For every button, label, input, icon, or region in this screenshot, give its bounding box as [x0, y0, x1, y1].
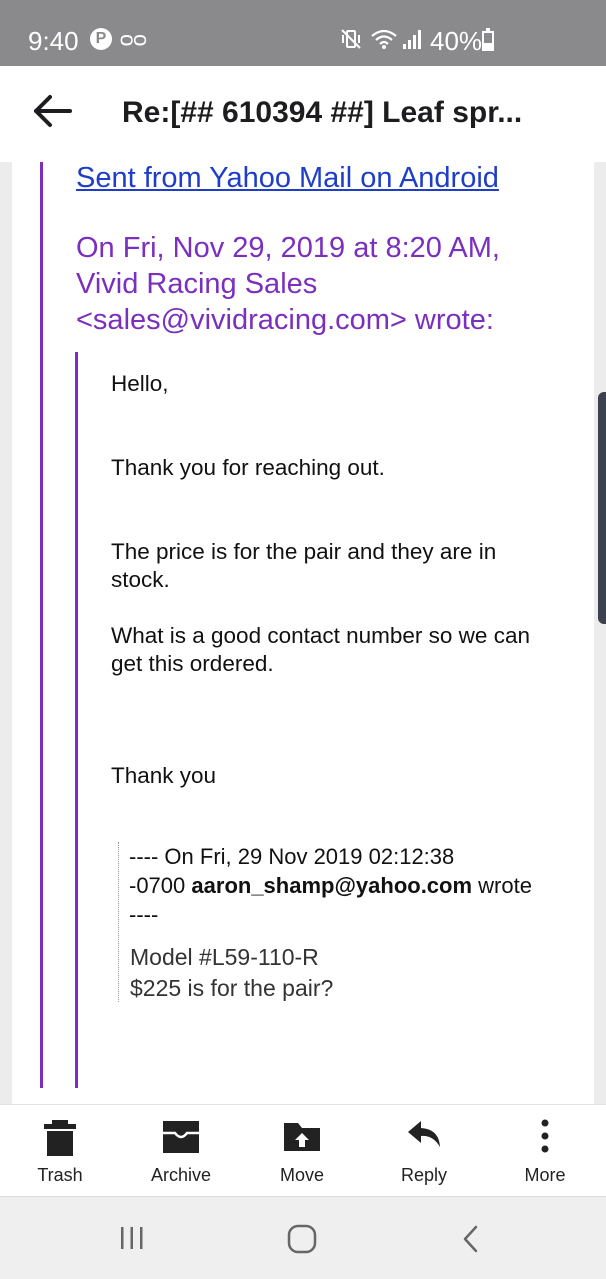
reply-icon [408, 1121, 440, 1147]
reply-contact-line-2: get this ordered. [111, 651, 274, 676]
home-icon[interactable] [286, 1223, 318, 1255]
reply-thanks: Thank you for reaching out. [111, 455, 385, 480]
more-button[interactable]: More [495, 1105, 595, 1197]
reply-price-line-2: stock. [111, 567, 170, 592]
archive-label: Archive [150, 1165, 212, 1185]
email-action-toolbar: Trash Archive Move Reply More [0, 1104, 606, 1196]
original-model-line: Model #L59-110-R [130, 944, 319, 970]
signal-icon [403, 30, 421, 49]
original-message: Model #L59-110-R $225 is for the pair? [130, 942, 333, 1004]
original-header-line-2: -0700 aaron_shamp@yahoo.com wrote [129, 871, 532, 900]
reply-label: Reply [400, 1165, 448, 1185]
app-header: Re:[## 610394 ##] Leaf spr... [0, 66, 606, 162]
quote-bar-outer [40, 162, 43, 1088]
original-header-suffix: wrote [478, 873, 532, 898]
recent-apps-icon[interactable] [118, 1223, 146, 1253]
original-header-line-1: ---- On Fri, 29 Nov 2019 02:12:38 [129, 844, 455, 869]
wifi-icon [371, 29, 397, 49]
email-body[interactable]: Sent from Yahoo Mail on Android On Fri, … [12, 162, 594, 1104]
original-header-line-3: ---- [129, 902, 159, 927]
reply-price: The price is for the pair and they are i… [111, 538, 571, 594]
quote-attribution: On Fri, Nov 29, 2019 at 8:20 AM, Vivid R… [76, 230, 576, 338]
scrollbar-handle[interactable] [598, 392, 606, 624]
quote-bar-inner [75, 352, 78, 1088]
quote-bar-original [118, 842, 119, 1002]
archive-icon [163, 1121, 199, 1153]
attribution-line-3: <sales@vividracing.com> wrote: [76, 304, 494, 336]
reply-greeting: Hello, [111, 371, 169, 396]
move-label: Move [279, 1165, 324, 1185]
attribution-line-1: On Fri, Nov 29, 2019 at 8:20 AM, [76, 232, 500, 264]
status-time: 9:40 [28, 26, 79, 56]
status-bar: 9:40 P ᴑᴑ 40% [0, 0, 606, 66]
system-navigation-bar [0, 1196, 606, 1279]
battery-percent: 40% [430, 26, 483, 56]
more-label: More [524, 1165, 566, 1185]
voicemail-icon: ᴑᴑ [120, 26, 147, 51]
reply-contact: What is a good contact number so we can … [111, 622, 571, 678]
move-folder-icon [284, 1123, 320, 1151]
trash-label: Trash [37, 1165, 83, 1185]
sent-from-yahoo-link[interactable]: Sent from Yahoo Mail on Android [76, 162, 499, 195]
back-nav-icon[interactable] [460, 1223, 482, 1255]
reply-price-line-1: The price is for the pair and they are i… [111, 539, 497, 564]
attribution-line-2: Vivid Racing Sales [76, 268, 318, 300]
original-question-line: $225 is for the pair? [130, 975, 334, 1001]
trash-icon [44, 1120, 76, 1156]
move-button[interactable]: Move [252, 1105, 352, 1197]
original-header-prefix: -0700 [129, 873, 186, 898]
reply-contact-line-1: What is a good contact number so we can [111, 623, 530, 648]
email-subject-title: Re:[## 610394 ##] Leaf spr... [122, 96, 523, 129]
original-sender-email[interactable]: aaron_shamp@yahoo.com [191, 873, 472, 898]
more-vertical-icon [541, 1119, 549, 1153]
mute-vibrate-icon [341, 29, 361, 49]
archive-button[interactable]: Archive [131, 1105, 231, 1197]
pinterest-icon: P [90, 28, 112, 50]
trash-button[interactable]: Trash [10, 1105, 110, 1197]
back-arrow-icon[interactable] [30, 88, 76, 134]
battery-icon [482, 28, 494, 51]
reply-closing: Thank you [111, 763, 217, 788]
reply-button[interactable]: Reply [374, 1105, 474, 1197]
